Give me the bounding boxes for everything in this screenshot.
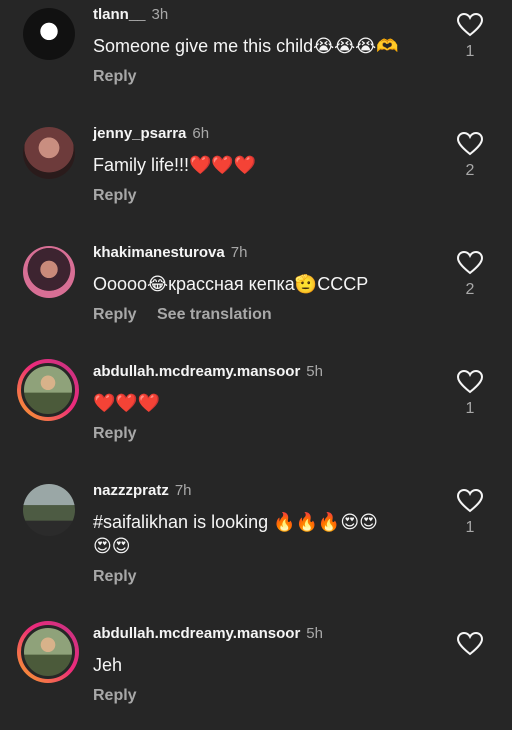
avatar[interactable] bbox=[23, 8, 75, 60]
comment-username[interactable]: jenny_psarra 6h bbox=[93, 125, 209, 142]
like-button[interactable] bbox=[457, 13, 483, 37]
avatar-story-ring[interactable] bbox=[17, 621, 79, 683]
comment-time: 3h bbox=[151, 6, 169, 23]
comment-text-line: 😍😍 bbox=[93, 536, 131, 556]
avatar[interactable] bbox=[23, 246, 75, 298]
avatar-story-ring[interactable] bbox=[17, 359, 79, 421]
like-count: 1 bbox=[465, 519, 475, 536]
comment-text: #saifalikhan is looking 🔥🔥🔥😍😍 😍😍 bbox=[93, 510, 378, 558]
avatar[interactable] bbox=[23, 127, 75, 179]
avatar bbox=[21, 363, 75, 417]
comment-time: 7h bbox=[230, 244, 248, 261]
comment-text: Someone give me this child😭😭😭🫶 bbox=[93, 36, 399, 56]
like-count: 2 bbox=[465, 162, 475, 179]
comment-text-line: #saifalikhan is looking 🔥🔥🔥😍😍 bbox=[93, 512, 378, 532]
see-translation-button[interactable]: See translation bbox=[157, 306, 272, 324]
reply-button[interactable]: Reply bbox=[93, 568, 137, 586]
heart-outline-icon bbox=[457, 489, 483, 513]
heart-outline-icon bbox=[457, 370, 483, 394]
like-count: 2 bbox=[465, 281, 475, 298]
reply-button[interactable]: Reply bbox=[93, 425, 137, 443]
comment-time: 6h bbox=[192, 125, 210, 142]
heart-outline-icon bbox=[457, 632, 483, 656]
reply-button[interactable]: Reply bbox=[93, 306, 137, 324]
like-button[interactable] bbox=[457, 132, 483, 156]
comment-username[interactable]: khakimanesturova 7h bbox=[93, 244, 247, 261]
comment-text: ❤️❤️❤️ bbox=[93, 393, 161, 413]
reply-button[interactable]: Reply bbox=[93, 68, 137, 86]
comment-text: Ooooo😂крассная кепка🫡CCCP bbox=[93, 274, 369, 294]
comment-text: Family life!!!❤️❤️❤️ bbox=[93, 155, 257, 175]
comment-time: 5h bbox=[306, 625, 323, 642]
avatar bbox=[21, 625, 75, 679]
comment-text: Jeh bbox=[93, 655, 123, 675]
avatar[interactable] bbox=[23, 484, 75, 536]
like-button[interactable] bbox=[457, 489, 483, 513]
comment-time: 7h bbox=[174, 482, 192, 499]
like-button[interactable] bbox=[457, 251, 483, 275]
like-button[interactable] bbox=[457, 370, 483, 394]
like-button[interactable] bbox=[457, 632, 483, 656]
comment-time: 5h bbox=[306, 363, 323, 380]
comment-username[interactable]: abdullah.mcdreamy.mansoor 5h bbox=[93, 625, 323, 642]
comment-username[interactable]: tlann__ 3h bbox=[93, 6, 168, 23]
like-count: 1 bbox=[465, 43, 475, 60]
reply-button[interactable]: Reply bbox=[93, 687, 137, 705]
comment-username[interactable]: abdullah.mcdreamy.mansoor 5h bbox=[93, 363, 323, 380]
heart-outline-icon bbox=[457, 132, 483, 156]
heart-outline-icon bbox=[457, 251, 483, 275]
like-count: 1 bbox=[465, 400, 475, 417]
comment-username[interactable]: nazzzpratz 7h bbox=[93, 482, 192, 499]
reply-button[interactable]: Reply bbox=[93, 187, 137, 205]
heart-outline-icon bbox=[457, 13, 483, 37]
